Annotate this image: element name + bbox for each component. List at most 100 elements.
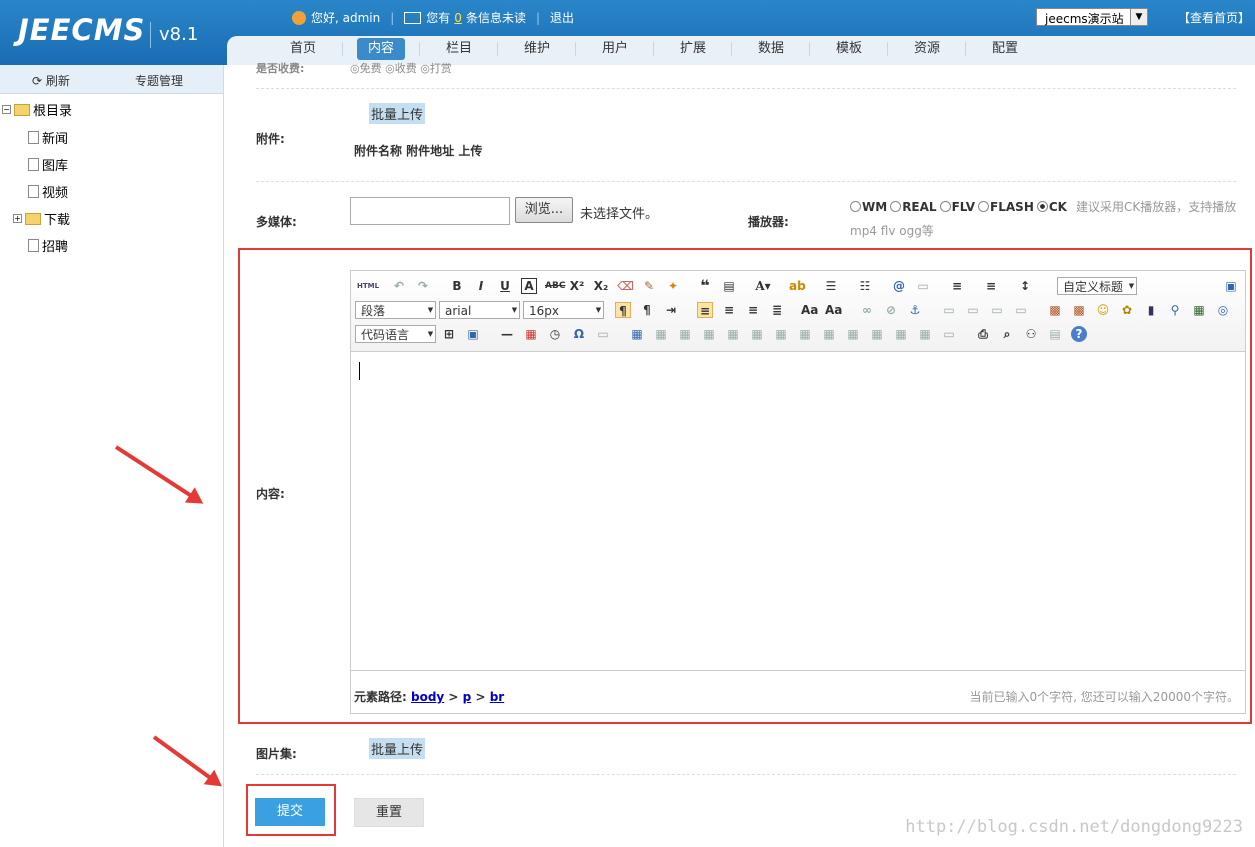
- ltr-direction-icon[interactable]: ¶: [615, 302, 631, 318]
- bold-icon[interactable]: B: [449, 278, 465, 294]
- attach-batch-upload-button[interactable]: 批量上传: [369, 103, 426, 124]
- reset-button[interactable]: 重置: [354, 798, 424, 827]
- nav-home[interactable]: 首页: [279, 38, 327, 60]
- chart-icon[interactable]: ▭: [941, 326, 957, 342]
- nav-resource[interactable]: 资源: [903, 38, 951, 60]
- media-file-input[interactable]: [350, 197, 510, 225]
- code-language-select[interactable]: 代码语言 ▼: [355, 325, 436, 343]
- align-center-icon[interactable]: ≡: [721, 302, 737, 318]
- delete-row-icon[interactable]: ▦: [725, 326, 741, 342]
- emotion-icon[interactable]: ☺: [1095, 302, 1111, 318]
- undo-icon[interactable]: ↶: [391, 278, 407, 294]
- image-none-icon[interactable]: ▭: [941, 302, 957, 318]
- unordered-list-icon[interactable]: ☷: [857, 278, 873, 294]
- indent-icon[interactable]: ⇥: [663, 302, 679, 318]
- scrawl-icon[interactable]: ✿: [1119, 302, 1135, 318]
- insert-col-icon[interactable]: ▦: [749, 326, 765, 342]
- element-path-br[interactable]: br: [490, 690, 505, 704]
- format-brush-icon[interactable]: ✎: [641, 278, 657, 294]
- align-right-icon[interactable]: ≡: [745, 302, 761, 318]
- nav-data[interactable]: 数据: [747, 38, 795, 60]
- select-all-icon[interactable]: @: [891, 278, 907, 294]
- browse-button[interactable]: 浏览...: [515, 197, 573, 223]
- custom-heading-select[interactable]: 自定义标题 ▼: [1057, 277, 1137, 295]
- image-center-icon[interactable]: ▭: [1013, 302, 1029, 318]
- logout-link[interactable]: 退出: [550, 9, 574, 26]
- tree-item-gallery[interactable]: 图库: [28, 155, 68, 174]
- strikethrough-icon[interactable]: ABC: [545, 278, 565, 294]
- topic-manage-link[interactable]: 专题管理: [135, 72, 183, 89]
- merge-cells-icon[interactable]: ▦: [797, 326, 813, 342]
- row-spacing-bottom-icon[interactable]: ≡: [983, 278, 999, 294]
- time-icon[interactable]: ◷: [547, 326, 563, 342]
- align-justify-icon[interactable]: ≣: [769, 302, 785, 318]
- player-radio-wm[interactable]: WM: [850, 200, 887, 214]
- fullscreen-icon[interactable]: ▣: [1223, 278, 1239, 294]
- collapse-icon[interactable]: −: [2, 105, 11, 114]
- multi-image-icon[interactable]: ▩: [1071, 302, 1087, 318]
- element-path-p[interactable]: p: [463, 690, 472, 704]
- preview-icon[interactable]: ⌕: [999, 326, 1015, 342]
- html-source-button[interactable]: HTML: [357, 278, 379, 294]
- expand-icon[interactable]: +: [13, 214, 22, 223]
- font-family-select[interactable]: arial ▼: [439, 301, 520, 319]
- paragraph-format-select[interactable]: 段落 ▼: [355, 301, 436, 319]
- nav-user[interactable]: 用户: [591, 38, 639, 60]
- date-icon[interactable]: ▦: [523, 326, 539, 342]
- nav-extend[interactable]: 扩展: [669, 38, 717, 60]
- insert-table-icon[interactable]: ▦: [629, 326, 645, 342]
- merge-down-icon[interactable]: ▦: [845, 326, 861, 342]
- redo-icon[interactable]: ↷: [415, 278, 431, 294]
- nav-template[interactable]: 模板: [825, 38, 873, 60]
- eraser-icon[interactable]: ⌫: [617, 278, 634, 294]
- subscript-icon[interactable]: X₂: [593, 278, 609, 294]
- special-chars-icon[interactable]: Ω: [571, 326, 587, 342]
- tree-item-jobs[interactable]: 招聘: [28, 236, 68, 255]
- insert-paragraph-before-table-icon[interactable]: ▦: [677, 326, 693, 342]
- tree-item-download[interactable]: + 下载: [13, 209, 70, 228]
- link-icon[interactable]: ∞: [859, 302, 875, 318]
- editor-content-area[interactable]: [351, 352, 1245, 670]
- uppercase-icon[interactable]: Aa: [801, 302, 818, 318]
- paste-plain-icon[interactable]: ▤: [721, 278, 737, 294]
- player-radio-flash[interactable]: FLASH: [978, 200, 1034, 214]
- iframe-icon[interactable]: ◎: [1215, 302, 1231, 318]
- nav-config[interactable]: 配置: [981, 38, 1029, 60]
- nav-content[interactable]: 内容: [357, 38, 405, 60]
- lowercase-icon[interactable]: Aa: [825, 302, 842, 318]
- row-spacing-top-icon[interactable]: ≡: [949, 278, 965, 294]
- blockquote-icon[interactable]: ❝: [697, 278, 713, 294]
- image-right-icon[interactable]: ▭: [989, 302, 1005, 318]
- map-icon[interactable]: ▦: [1191, 302, 1207, 318]
- split-cols-icon[interactable]: ▦: [917, 326, 933, 342]
- image-icon[interactable]: ▩: [1047, 302, 1063, 318]
- font-color-icon[interactable]: A▾: [755, 278, 771, 294]
- split-rows-icon[interactable]: ▦: [893, 326, 909, 342]
- page-break-icon[interactable]: ⊞: [441, 326, 457, 342]
- msg-count-link[interactable]: 0: [454, 11, 462, 25]
- auto-format-icon[interactable]: ✦: [665, 278, 681, 294]
- unlink-icon[interactable]: ⊘: [883, 302, 899, 318]
- tree-item-news[interactable]: 新闻: [28, 128, 68, 147]
- font-border-icon[interactable]: A: [521, 278, 537, 294]
- highlight-color-icon[interactable]: ab: [789, 278, 806, 294]
- anchor-icon[interactable]: ⚓: [907, 302, 923, 318]
- draft-icon[interactable]: ▤: [1047, 326, 1063, 342]
- clear-doc-icon[interactable]: ▭: [915, 278, 931, 294]
- merge-right-icon[interactable]: ▦: [821, 326, 837, 342]
- charge-radios[interactable]: ◎免费 ◎收费 ◎打赏: [350, 60, 452, 76]
- refresh-button[interactable]: ⟳ 刷新: [32, 72, 70, 89]
- underline-icon[interactable]: U: [497, 278, 513, 294]
- gallery-batch-upload-button[interactable]: 批量上传: [369, 738, 426, 759]
- rtl-direction-icon[interactable]: ¶: [639, 302, 655, 318]
- player-radio-ck[interactable]: CK: [1036, 200, 1067, 214]
- player-radio-flv[interactable]: FLV: [939, 200, 975, 214]
- tree-item-video[interactable]: 视频: [28, 182, 68, 201]
- delete-table-icon[interactable]: ▦: [653, 326, 669, 342]
- horizontal-rule-icon[interactable]: —: [499, 326, 515, 342]
- view-home-link[interactable]: 【查看首页】: [1178, 9, 1250, 26]
- element-path-body[interactable]: body: [411, 690, 444, 704]
- attachment-icon[interactable]: ⚲: [1167, 302, 1183, 318]
- search-replace-icon[interactable]: ⚇: [1023, 326, 1039, 342]
- line-height-icon[interactable]: ↕: [1017, 278, 1033, 294]
